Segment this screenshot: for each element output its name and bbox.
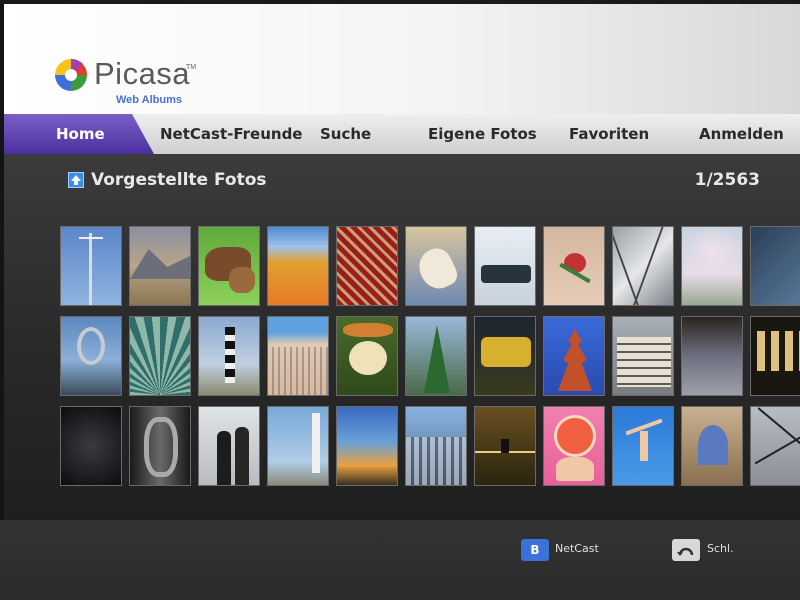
- photo-thumbnail[interactable]: [612, 406, 674, 486]
- photo-thumbnail[interactable]: [405, 316, 467, 396]
- photo-thumbnail[interactable]: [405, 226, 467, 306]
- photo-thumbnail[interactable]: [267, 226, 329, 306]
- photo-thumbnail[interactable]: [198, 406, 260, 486]
- tab-eigene-fotos[interactable]: Eigene Fotos: [428, 114, 537, 154]
- footer-bar: B NetCast Schl.: [0, 520, 800, 600]
- tab-favoriten[interactable]: Favoriten: [569, 114, 649, 154]
- logo-trademark: TM: [186, 64, 197, 71]
- photo-thumbnail[interactable]: [474, 406, 536, 486]
- logo-subtitle: Web Albums: [116, 94, 183, 106]
- photo-thumbnail[interactable]: [405, 406, 467, 486]
- photo-thumbnail[interactable]: [750, 226, 800, 306]
- photo-thumbnail[interactable]: [60, 406, 122, 486]
- photo-thumbnail[interactable]: [681, 226, 743, 306]
- photo-thumbnail[interactable]: [336, 226, 398, 306]
- photo-thumbnail[interactable]: [474, 226, 536, 306]
- photo-counter: 1/2563: [694, 170, 760, 190]
- photo-thumbnail[interactable]: [681, 316, 743, 396]
- section-title: Vorgestellte Fotos: [91, 170, 267, 190]
- photo-thumbnail[interactable]: [336, 316, 398, 396]
- photo-thumbnail[interactable]: [267, 316, 329, 396]
- back-button[interactable]: [672, 539, 700, 561]
- photo-thumbnail[interactable]: [750, 316, 800, 396]
- logo-text: Picasa: [94, 56, 191, 91]
- photo-thumbnail[interactable]: [681, 406, 743, 486]
- tab-anmelden[interactable]: Anmelden: [699, 114, 784, 154]
- tab-home[interactable]: Home: [56, 114, 105, 154]
- photo-thumbnail[interactable]: [198, 316, 260, 396]
- photo-thumbnail[interactable]: [612, 226, 674, 306]
- photo-thumbnail[interactable]: [129, 316, 191, 396]
- main-nav: Home NetCast-Freunde Suche Eigene Fotos …: [4, 114, 800, 154]
- photo-thumbnail[interactable]: [129, 406, 191, 486]
- photo-thumbnail[interactable]: [543, 316, 605, 396]
- photo-thumbnail[interactable]: [60, 226, 122, 306]
- netcast-key-label: NetCast: [555, 542, 599, 555]
- photo-thumbnail[interactable]: [612, 316, 674, 396]
- featured-photos-icon: [68, 172, 84, 188]
- photo-thumbnail[interactable]: [198, 226, 260, 306]
- tab-netcast-freunde[interactable]: NetCast-Freunde: [160, 114, 302, 154]
- photo-grid: [60, 226, 800, 492]
- tab-suche[interactable]: Suche: [320, 114, 371, 154]
- back-icon: [677, 547, 694, 556]
- photo-thumbnail[interactable]: [750, 406, 800, 486]
- photo-thumbnail[interactable]: [474, 316, 536, 396]
- picasa-logo: Picasa TM Web Albums: [54, 56, 214, 114]
- photo-thumbnail[interactable]: [267, 406, 329, 486]
- photo-thumbnail[interactable]: [60, 316, 122, 396]
- main-panel: Vorgestellte Fotos 1/2563: [4, 154, 800, 520]
- photo-thumbnail[interactable]: [129, 226, 191, 306]
- photo-thumbnail[interactable]: [336, 406, 398, 486]
- photo-thumbnail[interactable]: [543, 406, 605, 486]
- photo-thumbnail[interactable]: [543, 226, 605, 306]
- picasa-pinwheel-icon: [55, 58, 87, 91]
- netcast-key-button[interactable]: B: [521, 539, 549, 561]
- header: Picasa TM Web Albums: [4, 4, 800, 114]
- back-label: Schl.: [707, 542, 734, 555]
